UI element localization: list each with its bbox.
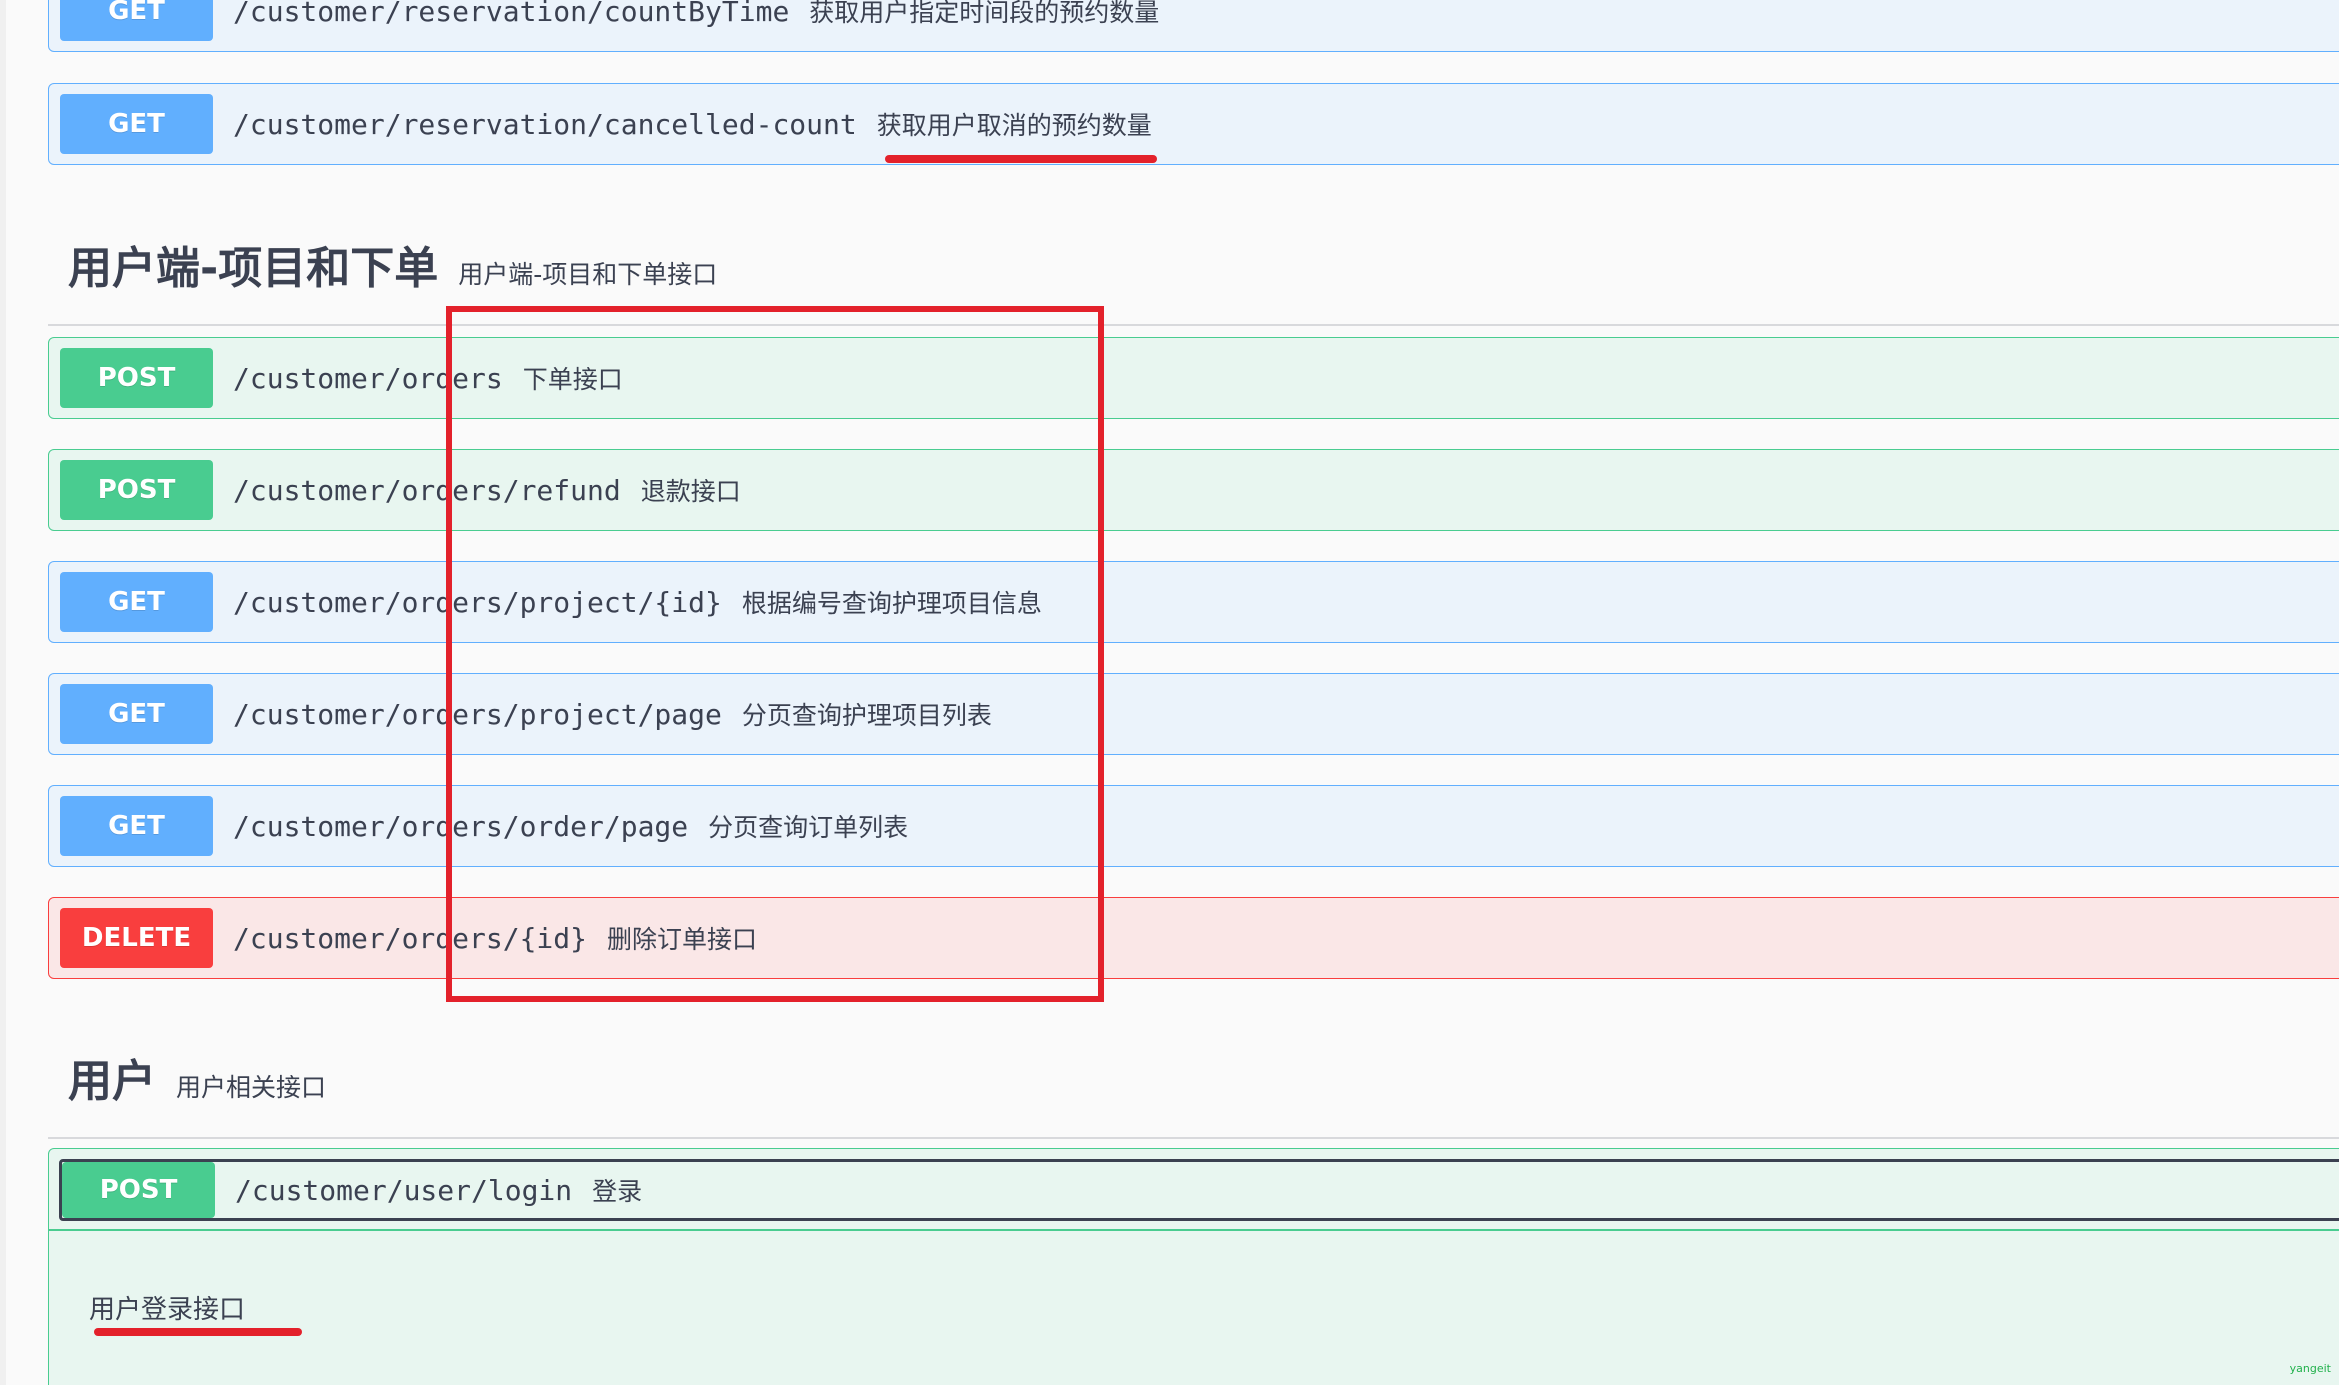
method-badge-get: GET [60, 0, 213, 41]
section-divider [48, 324, 2339, 326]
swagger-page: GET /customer/reservation/countByTime 获取… [0, 0, 2339, 1385]
left-gutter [0, 0, 6, 1385]
section-title: 用户端-项目和下单 [68, 243, 439, 294]
section-description: 用户相关接口 [176, 1073, 327, 1102]
opblock-user-login-summary[interactable]: POST /customer/user/login 登录 [59, 1159, 2339, 1221]
section-header-orders[interactable]: 用户端-项目和下单 用户端-项目和下单接口 [68, 232, 717, 296]
opblock-body-divider [49, 1229, 2339, 1231]
section-title: 用户 [68, 1056, 156, 1107]
operation-path: /customer/orders/order/page [233, 809, 689, 843]
method-badge-get: GET [60, 684, 213, 744]
operation-summary: 退款接口 [640, 477, 741, 506]
method-badge-post: POST [60, 348, 213, 408]
method-badge-get: GET [60, 796, 213, 856]
opblock-orders-project-page[interactable]: GET /customer/orders/project/page 分页查询护理… [48, 673, 2339, 755]
opblock-orders-create[interactable]: POST /customer/orders 下单接口 [48, 337, 2339, 419]
operation-summary: 根据编号查询护理项目信息 [741, 589, 1042, 618]
opblock-orders-project-by-id[interactable]: GET /customer/orders/project/{id} 根据编号查询… [48, 561, 2339, 643]
method-badge-post: POST [62, 1162, 215, 1218]
watermark: yangeit [2289, 1362, 2331, 1375]
operation-summary: 获取用户指定时间段的预约数量 [809, 0, 1160, 27]
operation-summary: 分页查询订单列表 [708, 813, 909, 842]
opblock-orders-delete[interactable]: DELETE /customer/orders/{id} 删除订单接口 [48, 897, 2339, 979]
operation-path: /customer/orders/refund [233, 473, 621, 507]
operation-path: /customer/user/login [235, 1173, 573, 1207]
operation-path: /customer/orders [233, 361, 503, 395]
section-description: 用户端-项目和下单接口 [458, 260, 718, 289]
operation-description: 用户登录接口 [89, 1295, 246, 1325]
operation-summary: 删除订单接口 [607, 925, 758, 954]
opblock-reservation-cancelled-count[interactable]: GET /customer/reservation/cancelled-coun… [48, 83, 2339, 165]
operation-summary: 下单接口 [522, 365, 623, 394]
section-divider [48, 1137, 2339, 1139]
opblock-orders-order-page[interactable]: GET /customer/orders/order/page 分页查询订单列表 [48, 785, 2339, 867]
operation-summary: 分页查询护理项目列表 [741, 701, 992, 730]
operation-path: /customer/orders/project/page [233, 697, 722, 731]
method-badge-get: GET [60, 572, 213, 632]
method-badge-post: POST [60, 460, 213, 520]
opblock-user-login-expanded: POST /customer/user/login 登录 用户登录接口 [48, 1148, 2339, 1385]
section-header-user[interactable]: 用户 用户相关接口 [68, 1045, 326, 1109]
operation-path: /customer/reservation/cancelled-count [233, 107, 857, 141]
operation-summary: 登录 [592, 1177, 643, 1206]
opblock-reservation-countbytime[interactable]: GET /customer/reservation/countByTime 获取… [48, 0, 2339, 52]
opblock-orders-refund[interactable]: POST /customer/orders/refund 退款接口 [48, 449, 2339, 531]
operation-path: /customer/orders/project/{id} [233, 585, 722, 619]
operation-summary: 获取用户取消的预约数量 [876, 111, 1152, 140]
method-badge-delete: DELETE [60, 908, 213, 968]
method-badge-get: GET [60, 94, 213, 154]
operation-path: /customer/reservation/countByTime [233, 0, 790, 28]
operation-path: /customer/orders/{id} [233, 921, 588, 955]
